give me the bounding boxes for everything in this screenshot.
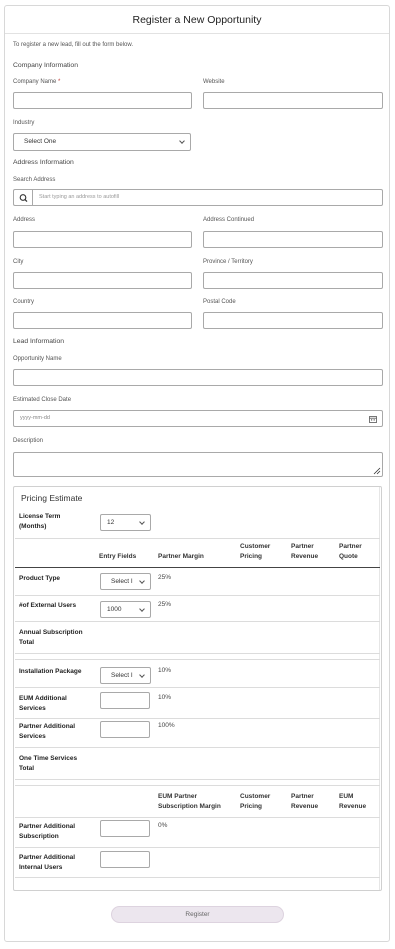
close-date-placeholder: yyyy-mm-dd [20, 415, 50, 421]
search-icon-box[interactable] [13, 189, 33, 206]
province-label: Province / Territory [203, 259, 253, 265]
external-users-select[interactable]: 1000 [100, 601, 151, 618]
header-partner-revenue: Partner Revenue [291, 543, 319, 560]
register-button[interactable]: Register [111, 906, 284, 923]
header-divider [15, 567, 380, 568]
product-type-select[interactable]: Select I [100, 573, 151, 590]
province-input[interactable] [203, 272, 383, 289]
address-label: Address [13, 217, 36, 223]
address-continued-input[interactable] [203, 231, 383, 248]
resize-handle-icon[interactable] [373, 467, 381, 475]
partner-additional-services-label: Partner Additional Services [19, 723, 76, 740]
intro-text: To register a new lead, fill out the for… [13, 42, 134, 48]
header-entry-fields: Entry Fields [99, 553, 137, 560]
search-address-label: Search Address [13, 177, 56, 183]
external-users-margin: 25% [158, 601, 172, 608]
installation-package-select[interactable]: Select I [100, 667, 151, 684]
description-textarea[interactable] [13, 452, 383, 477]
company-section-heading: Company Information [13, 62, 78, 69]
annual-subscription-total-label: Annual Subscription Total [19, 629, 83, 646]
eum-additional-services-input[interactable] [100, 692, 150, 709]
search-address-placeholder: Start typing an address to autofill [39, 194, 120, 200]
partner-additional-internal-users-input[interactable] [100, 851, 150, 868]
industry-select-value: Select One [24, 138, 57, 145]
partner-additional-internal-users-label: Partner Additional Internal Users [19, 854, 76, 871]
external-users-value: 1000 [107, 606, 122, 613]
divider [15, 659, 380, 660]
city-label: City [13, 259, 24, 265]
partner-additional-subscription-margin: 0% [158, 822, 168, 829]
website-input[interactable] [203, 92, 383, 109]
divider [15, 621, 380, 622]
installation-package-value: Select I [111, 672, 133, 679]
header-partner-quote: Partner Quote [339, 543, 362, 560]
product-type-margin: 25% [158, 574, 172, 581]
divider [15, 747, 380, 748]
chevron-down-icon [179, 138, 185, 144]
postal-code-label: Postal Code [203, 299, 236, 305]
partner-additional-services-margin: 100% [158, 722, 175, 729]
company-name-label: Company Name * [13, 79, 61, 85]
address-continued-label: Address Continued [203, 217, 255, 223]
divider [15, 779, 380, 780]
chevron-down-icon [139, 606, 145, 612]
divider [15, 595, 380, 596]
postal-code-input[interactable] [203, 312, 383, 329]
country-input[interactable] [13, 312, 192, 329]
city-input[interactable] [13, 272, 192, 289]
country-label: Country [13, 299, 35, 305]
address-section-heading: Address Information [13, 159, 74, 166]
company-name-input[interactable] [13, 92, 192, 109]
pricing-title: Pricing Estimate [21, 493, 83, 503]
license-term-label: License Term (Months) [19, 513, 61, 530]
external-users-label: #of External Users [19, 602, 77, 609]
header2-eum-revenue: EUM Revenue [339, 793, 367, 810]
eum-additional-services-label: EUM Additional Services [19, 695, 67, 712]
pricing-estimate-panel: Pricing Estimate License Term (Months) 1… [13, 486, 382, 891]
divider [15, 877, 380, 878]
divider [15, 718, 380, 719]
product-type-value: Select I [111, 578, 133, 585]
installation-package-label: Installation Package [19, 668, 82, 675]
divider [15, 817, 380, 818]
eum-additional-services-margin: 10% [158, 694, 172, 701]
installation-package-margin: 10% [158, 667, 172, 674]
calendar-icon[interactable] [369, 415, 377, 423]
header-partner-margin: Partner Margin [158, 553, 204, 560]
divider [15, 785, 380, 786]
partner-additional-subscription-input[interactable] [100, 820, 150, 837]
lead-section-heading: Lead Information [13, 338, 65, 345]
page-title: Register a New Opportunity [5, 6, 389, 34]
header2-customer-pricing: Customer Pricing [240, 793, 271, 810]
address-input[interactable] [13, 231, 192, 248]
close-date-label: Estimated Close Date [13, 397, 72, 403]
opportunity-name-label: Opportunity Name [13, 356, 62, 362]
header2-partner-revenue: Partner Revenue [291, 793, 319, 810]
description-label: Description [13, 438, 44, 444]
header-customer-pricing: Customer Pricing [240, 543, 271, 560]
chevron-down-icon [139, 519, 145, 525]
license-term-value: 12 [107, 519, 115, 526]
divider [15, 538, 380, 539]
license-term-select[interactable]: 12 [100, 514, 151, 531]
one-time-services-total-label: One Time Services Total [19, 755, 78, 772]
divider [15, 653, 380, 654]
close-date-input[interactable]: yyyy-mm-dd [13, 410, 383, 427]
search-icon [19, 194, 28, 203]
industry-select[interactable]: Select One [13, 133, 191, 151]
search-address-input[interactable]: Start typing an address to autofill [32, 189, 383, 206]
divider [15, 847, 380, 848]
website-label: Website [203, 79, 225, 85]
product-type-label: Product Type [19, 575, 61, 582]
opportunity-name-input[interactable] [13, 369, 383, 386]
chevron-down-icon [139, 672, 145, 678]
chevron-down-icon [139, 578, 145, 584]
pricing-inner: Pricing Estimate License Term (Months) 1… [15, 487, 380, 890]
industry-label: Industry [13, 120, 35, 126]
partner-additional-services-input[interactable] [100, 721, 150, 738]
divider [15, 687, 380, 688]
header-eum-partner-margin: EUM Partner Subscription Margin [158, 793, 221, 810]
partner-additional-subscription-label: Partner Additional Subscription [19, 823, 76, 840]
